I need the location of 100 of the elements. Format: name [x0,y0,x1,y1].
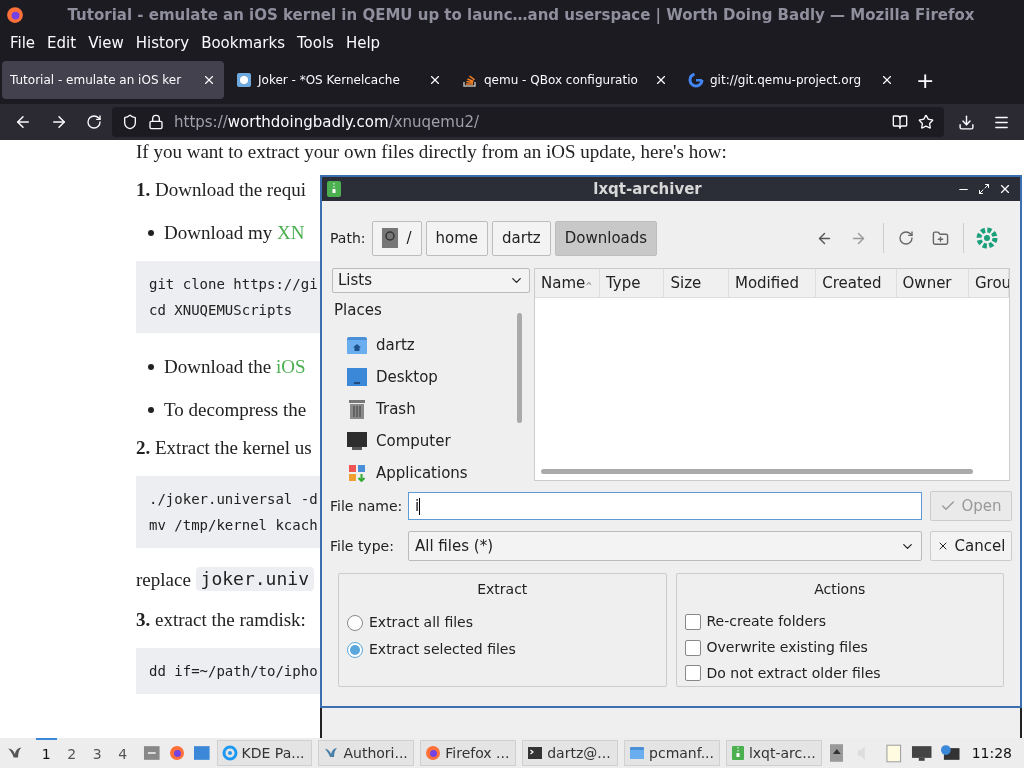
checkbox[interactable] [684,665,701,682]
back-icon[interactable] [14,113,32,131]
menu-item[interactable]: Bookmarks [195,31,291,55]
trash-icon [346,398,368,420]
column-header[interactable]: Grou [968,269,1009,297]
alert-icon[interactable] [940,744,960,762]
taskbar-button[interactable]: Authori... [318,740,415,766]
maximize-icon[interactable] [978,183,990,195]
path-button[interactable]: / [372,220,422,256]
place-item[interactable]: Trash [332,393,517,425]
group-title: Actions [814,580,866,599]
dialog-title: lxqt-archiver [592,178,703,200]
firefox-icon [425,745,442,761]
firefox-icon [6,6,24,24]
paragraph: Download the iOS [164,357,306,376]
tab-title: Tutorial - emulate an iOS ker [10,72,182,89]
view-select[interactable]: Lists [332,268,530,293]
code-line: ./joker.universal -d [149,492,318,506]
lock-icon [148,114,164,130]
group-title: Extract [477,580,528,599]
paragraph: Download my XN [164,223,305,242]
archive-icon [326,180,342,198]
close-icon[interactable] [202,73,216,87]
menu-item[interactable]: File [4,31,42,55]
browser-tab[interactable]: git://git.qemu-project.org [680,61,902,99]
close-icon[interactable] [880,73,894,87]
monitor-icon [346,431,368,451]
tab-title: git://git.qemu-project.org [710,72,862,89]
scrollbar-thumb[interactable] [517,312,522,423]
eject-icon[interactable] [829,744,844,762]
checkbox-label: Do not extract older files [706,663,881,683]
taskbar-button[interactable]: KDE Pa... [216,740,313,766]
file-type-select[interactable]: All files (*) [408,531,922,561]
close-icon[interactable] [998,182,1012,196]
terminal-icon [527,745,544,761]
folder-icon [629,745,646,761]
g-logo-icon [688,72,704,88]
column-header[interactable]: Name [535,269,600,297]
desktop-icon [346,367,368,387]
paragraph: 1. Download the requi [136,179,306,200]
paragraph: If you want to extract your own files directly from an iOS update, here's how: [136,141,727,162]
address-bar[interactable]: https://worthdoingbadly.com/xnuqemu2/ [112,107,944,137]
home-folder-icon [346,335,368,355]
place-item[interactable]: Computer [332,425,517,457]
browser-tab[interactable]: qemu - QBox configuratio [454,61,676,99]
drive-icon[interactable] [143,745,161,761]
close-icon[interactable] [654,73,668,87]
apps-icon [348,464,366,482]
menu-item[interactable]: Tools [290,31,340,55]
workspace-button[interactable]: 4 [111,738,134,768]
workspace-button[interactable]: 2 [61,738,83,768]
places-heading: Places [334,299,383,321]
menu-item[interactable]: Edit [41,31,83,55]
browser-tab[interactable]: Joker - *OS Kernelcache [228,61,450,99]
reader-icon[interactable] [892,114,908,130]
taskbar-button[interactable]: dartz@... [522,740,619,766]
column-header[interactable]: Created [816,269,897,297]
checkbox[interactable] [684,613,701,630]
radio-button[interactable] [347,641,363,658]
download-icon[interactable] [958,113,975,131]
code-line: mv /tmp/kernel kcach [149,518,318,532]
horizontal-scrollbar[interactable] [541,469,973,474]
path-button[interactable]: dartz [492,220,551,256]
path-button[interactable]: home [425,220,489,256]
paragraph: To decompress the [164,400,307,419]
path-button[interactable]: Downloads [554,220,658,256]
column-header[interactable]: Modified [728,269,817,297]
browser-tab[interactable]: Tutorial - emulate an iOS ker [2,61,224,99]
close-icon[interactable] [428,73,442,87]
menu-item[interactable]: Help [339,31,387,55]
star-icon[interactable] [918,114,934,130]
forward-icon[interactable] [50,113,68,131]
column-header[interactable]: Type [600,269,665,297]
paragraph: replace [136,569,192,589]
new-tab-button[interactable]: + [906,63,945,97]
checkbox-label: Overwrite existing files [706,638,868,657]
tab-title: qemu - QBox configuratio [484,72,638,89]
firefox-icon [169,745,185,761]
menu-item[interactable]: View [82,31,130,55]
place-item[interactable]: Applications [332,457,517,489]
place-item[interactable]: dartz [332,329,517,361]
place-item[interactable]: Desktop [332,361,517,393]
workspace-button[interactable]: 3 [86,738,108,768]
taskbar-button[interactable]: pcmanf... [624,740,720,766]
workspace-button[interactable]: 1 [35,738,58,768]
checkbox[interactable] [684,639,701,656]
taskbar-button[interactable]: lxqt-arc... [725,740,822,766]
network-icon[interactable] [910,745,933,761]
column-header[interactable]: Owner [896,269,969,297]
taskbar-button[interactable]: Firefox ... [420,740,517,766]
desktop-icon[interactable] [193,745,211,761]
code-line: cd XNUQEMUScripts [149,303,293,317]
cancel-button[interactable]: Cancel [930,531,1012,561]
file-name-field[interactable]: i [408,492,922,520]
archive-icon [730,745,745,761]
column-header[interactable]: Size [664,269,729,297]
menu-item[interactable]: History [129,31,196,55]
radio-button[interactable] [347,614,363,631]
new-folder-icon[interactable] [932,229,949,247]
file-name-label: File name: [330,496,400,516]
